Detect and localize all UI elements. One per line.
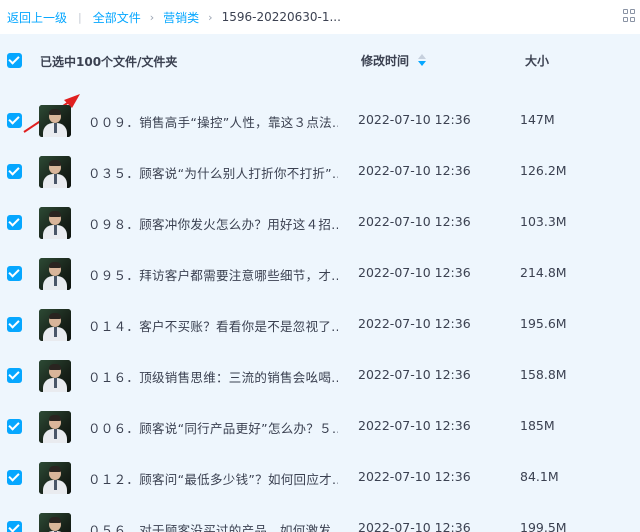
- file-size: 147M: [520, 112, 555, 127]
- file-rows: ００９．销售高手“操控”人性，靠这３点法... 2022-07-10 12:36 1…: [0, 95, 640, 532]
- file-name[interactable]: ００６．顾客说“同行产品更好”怎么办？５...: [88, 418, 338, 437]
- file-mtime: 2022-07-10 12:36: [358, 214, 471, 229]
- file-name[interactable]: ０１４．客户不买账？看看你是不是忽视了...: [88, 316, 338, 335]
- breadcrumb-separator: |: [78, 10, 82, 24]
- file-size: 185M: [520, 418, 555, 433]
- row-checkbox[interactable]: [7, 215, 22, 230]
- file-mtime: 2022-07-10 12:36: [358, 316, 471, 331]
- file-row[interactable]: ０１２．顾客问“最低多少钱”？如何回应才... 2022-07-10 12:36 8…: [0, 452, 640, 503]
- file-size: 158.8M: [520, 367, 567, 382]
- video-thumbnail: [39, 513, 71, 532]
- grid-view-icon[interactable]: [623, 9, 636, 22]
- file-row[interactable]: ０３５．顾客说“为什么别人打折你不打折”... 2022-07-10 12:36 1…: [0, 146, 640, 197]
- video-thumbnail: [39, 411, 71, 443]
- breadcrumb-all-files[interactable]: 全部文件: [93, 9, 141, 26]
- chevron-right-icon: ›: [149, 10, 155, 24]
- file-row[interactable]: ００６．顾客说“同行产品更好”怎么办？５... 2022-07-10 12:36 1…: [0, 401, 640, 452]
- file-row[interactable]: ０９５．拜访客户都需要注意哪些细节，才... 2022-07-10 12:36 21…: [0, 248, 640, 299]
- video-thumbnail: [39, 462, 71, 494]
- selected-count-label: 已选中100个文件/文件夹: [40, 55, 178, 69]
- select-all-checkbox[interactable]: [7, 53, 22, 68]
- row-checkbox[interactable]: [7, 266, 22, 281]
- breadcrumb: 返回上一级 | 全部文件 › 营销类 › 1596-20220630-1...: [0, 0, 640, 34]
- file-name[interactable]: ００９．销售高手“操控”人性，靠这３点法...: [88, 112, 338, 131]
- file-mtime: 2022-07-10 12:36: [358, 265, 471, 280]
- video-thumbnail: [39, 105, 71, 137]
- file-row[interactable]: ００９．销售高手“操控”人性，靠这３点法... 2022-07-10 12:36 1…: [0, 95, 640, 146]
- column-header-mtime[interactable]: 修改时间: [361, 52, 409, 69]
- file-size: 103.3M: [520, 214, 567, 229]
- file-size: 126.2M: [520, 163, 567, 178]
- video-thumbnail: [39, 258, 71, 290]
- row-checkbox[interactable]: [7, 419, 22, 434]
- file-row[interactable]: ０１４．客户不买账？看看你是不是忽视了... 2022-07-10 12:36 19…: [0, 299, 640, 350]
- breadcrumb-current: 1596-20220630-1...: [221, 10, 341, 24]
- video-thumbnail: [39, 207, 71, 239]
- file-mtime: 2022-07-10 12:36: [358, 112, 471, 127]
- video-thumbnail: [39, 156, 71, 188]
- row-checkbox[interactable]: [7, 521, 22, 532]
- file-row[interactable]: ０５６．对于顾客没买过的产品，如何激发... 2022-07-10 12:36 19…: [0, 503, 640, 532]
- back-link[interactable]: 返回上一级: [7, 9, 67, 26]
- sort-icon[interactable]: [418, 54, 426, 66]
- file-size: 214.8M: [520, 265, 567, 280]
- file-name[interactable]: ０１２．顾客问“最低多少钱”？如何回应才...: [88, 469, 338, 488]
- file-row[interactable]: ０１６．顶级销售思维：三流的销售会吆喝... 2022-07-10 12:36 15…: [0, 350, 640, 401]
- file-mtime: 2022-07-10 12:36: [358, 367, 471, 382]
- file-size: 195.6M: [520, 316, 567, 331]
- breadcrumb-folder[interactable]: 营销类: [163, 9, 199, 26]
- file-name[interactable]: ０３５．顾客说“为什么别人打折你不打折”...: [88, 163, 338, 182]
- file-name[interactable]: ０５６．对于顾客没买过的产品，如何激发...: [88, 520, 338, 532]
- row-checkbox[interactable]: [7, 317, 22, 332]
- file-size: 199.5M: [520, 520, 567, 532]
- file-name[interactable]: ０９５．拜访客户都需要注意哪些细节，才...: [88, 265, 338, 284]
- chevron-right-icon: ›: [208, 10, 213, 24]
- file-mtime: 2022-07-10 12:36: [358, 520, 471, 532]
- file-size: 84.1M: [520, 469, 559, 484]
- file-mtime: 2022-07-10 12:36: [358, 418, 471, 433]
- column-header-size[interactable]: 大小: [525, 52, 549, 69]
- list-header: 已选中100个文件/文件夹 修改时间 大小: [0, 34, 640, 86]
- file-name[interactable]: ０９８．顾客冲你发火怎么办？用好这４招...: [88, 214, 338, 233]
- video-thumbnail: [39, 309, 71, 341]
- file-row[interactable]: ０９８．顾客冲你发火怎么办？用好这４招... 2022-07-10 12:36 10…: [0, 197, 640, 248]
- file-name[interactable]: ０１６．顶级销售思维：三流的销售会吆喝...: [88, 367, 338, 386]
- row-checkbox[interactable]: [7, 368, 22, 383]
- file-list: 已选中100个文件/文件夹 修改时间 大小 ００９．销售高手“操控”人性，靠这３…: [0, 34, 640, 532]
- row-checkbox[interactable]: [7, 470, 22, 485]
- video-thumbnail: [39, 360, 71, 392]
- row-checkbox[interactable]: [7, 113, 22, 128]
- file-mtime: 2022-07-10 12:36: [358, 163, 471, 178]
- row-checkbox[interactable]: [7, 164, 22, 179]
- file-mtime: 2022-07-10 12:36: [358, 469, 471, 484]
